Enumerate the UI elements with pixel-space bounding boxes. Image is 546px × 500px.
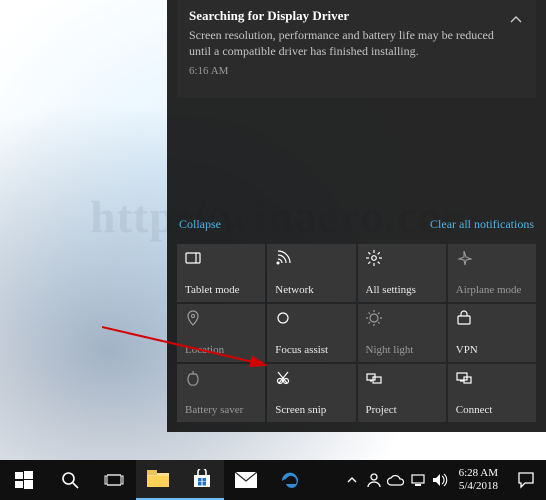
taskbar-app-explorer[interactable] [136,460,180,500]
quick-action-location[interactable]: Location [177,304,265,362]
tray-overflow-icon[interactable] [341,460,363,500]
quick-action-label: Connect [456,404,528,416]
quick-action-airplane-mode[interactable]: Airplane mode [448,244,536,302]
windows-logo-icon [12,468,36,492]
tablet-mode-icon [185,250,201,266]
edge-icon [278,468,302,492]
action-center-panel: Searching for Display Driver Screen reso… [167,0,546,432]
focus-assist-icon [275,310,291,326]
system-tray [341,460,451,500]
airplane-icon [456,250,472,266]
network-tray-icon[interactable] [407,460,429,500]
quick-action-label: Airplane mode [456,284,528,296]
clock-time: 6:28 AM [459,467,498,480]
quick-action-label: VPN [456,344,528,356]
quick-action-focus-assist[interactable]: Focus assist [267,304,355,362]
quick-action-screen-snip[interactable]: Screen snip [267,364,355,422]
quick-action-label: All settings [366,284,438,296]
search-icon [58,468,82,492]
clock-date: 5/4/2018 [459,480,498,493]
quick-action-connect[interactable]: Connect [448,364,536,422]
store-icon [190,467,214,491]
quick-action-label: Location [185,344,257,356]
quick-action-label: Focus assist [275,344,347,356]
location-pin-icon [185,310,201,326]
battery-saver-icon [185,370,201,386]
quick-action-label: Project [366,404,438,416]
quick-action-night-light[interactable]: Night light [358,304,446,362]
taskbar-app-store[interactable] [180,460,224,500]
quick-actions-grid: Tablet mode Network All settings Airplane m… [177,244,536,422]
quick-action-battery-saver[interactable]: Battery saver [177,364,265,422]
task-view-icon [102,468,126,492]
quick-action-network[interactable]: Network [267,244,355,302]
start-button[interactable] [0,460,48,500]
night-light-icon [366,310,382,326]
action-center-button[interactable] [506,460,546,500]
collapse-link[interactable]: Collapse [179,217,221,232]
taskbar-app-mail[interactable] [224,460,268,500]
taskbar-taskview[interactable] [92,460,136,500]
quick-action-vpn[interactable]: VPN [448,304,536,362]
taskbar-clock[interactable]: 6:28 AM 5/4/2018 [451,467,506,493]
file-explorer-icon [146,467,170,491]
settings-gear-icon [366,250,382,266]
taskbar: 6:28 AM 5/4/2018 [0,460,546,500]
taskbar-app-edge[interactable] [268,460,312,500]
quick-action-label: Network [275,284,347,296]
quick-action-label: Tablet mode [185,284,257,296]
notification-body: Screen resolution, performance and batte… [189,27,496,59]
vpn-icon [456,310,472,326]
network-icon [275,250,291,266]
quick-action-all-settings[interactable]: All settings [358,244,446,302]
project-icon [366,370,382,386]
volume-icon[interactable] [429,460,451,500]
taskbar-search[interactable] [48,460,92,500]
clear-all-link[interactable]: Clear all notifications [430,217,534,232]
onedrive-icon[interactable] [385,460,407,500]
chevron-up-icon[interactable] [506,10,526,30]
quick-action-tablet-mode[interactable]: Tablet mode [177,244,265,302]
people-icon[interactable] [363,460,385,500]
action-center-icon [517,471,535,489]
notification-time: 6:16 AM [189,65,496,77]
quick-action-project[interactable]: Project [358,364,446,422]
connect-icon [456,370,472,386]
mail-icon [234,468,258,492]
notification-title: Searching for Display Driver [189,8,496,24]
quick-action-label: Night light [366,344,438,356]
quick-action-label: Screen snip [275,404,347,416]
notification-card[interactable]: Searching for Display Driver Screen reso… [177,0,536,98]
screen-snip-icon [275,370,291,386]
quick-action-label: Battery saver [185,404,257,416]
